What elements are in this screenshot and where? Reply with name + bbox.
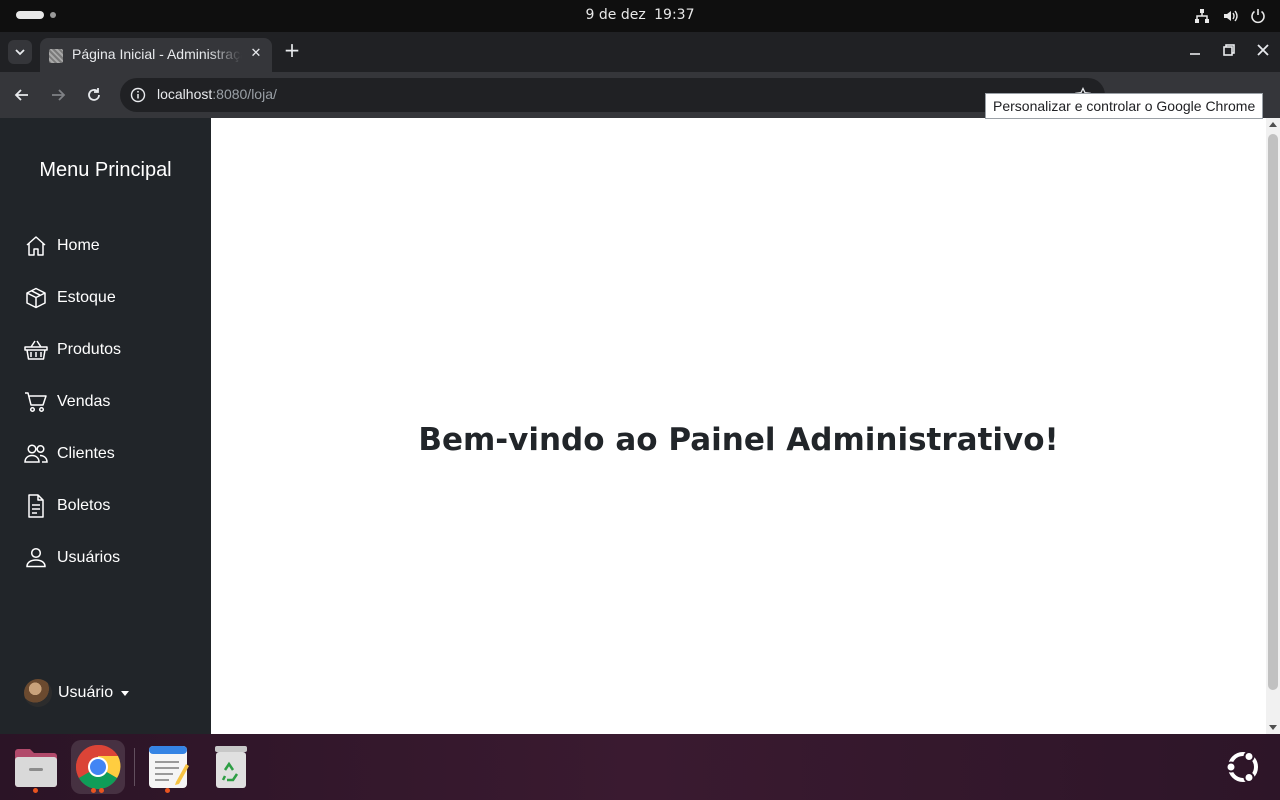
tab-favicon-icon (49, 49, 63, 63)
dock-chrome[interactable] (71, 740, 125, 794)
chevron-down-icon (15, 49, 25, 56)
dock-files[interactable] (9, 740, 63, 794)
url-host: localhost (157, 86, 213, 102)
arrow-right-icon (52, 89, 66, 101)
sidebar-item-clientes[interactable]: Clientes (0, 428, 211, 480)
arrow-left-icon (14, 89, 28, 101)
sidebar-item-boletos[interactable]: Boletos (0, 480, 211, 532)
volume-icon (1222, 8, 1238, 24)
chrome-icon (76, 744, 121, 789)
basket-icon (24, 338, 48, 362)
chrome-menu-tooltip: Personalizar e controlar o Google Chrome (985, 93, 1264, 119)
reload-button[interactable] (84, 85, 104, 105)
person-icon (24, 546, 48, 570)
running-indicator (99, 788, 104, 793)
user-name: Usuário (58, 684, 114, 701)
page-title: Bem-vindo ao Painel Administrativo! (418, 422, 1059, 458)
running-indicator (33, 788, 38, 793)
browser-tab-active[interactable]: Página Inicial - Administração ✕ (40, 38, 272, 72)
scrollbar-thumb[interactable] (1268, 134, 1278, 690)
sidebar-item-produtos[interactable]: Produtos (0, 324, 211, 376)
sidebar: Menu Principal Home Estoque Produtos Ven… (0, 118, 211, 734)
address-bar[interactable]: localhost:8080/loja/ (120, 78, 1105, 112)
clock-time: 19:37 (654, 7, 695, 23)
sidebar-item-label: Estoque (57, 289, 116, 306)
scroll-down-icon[interactable] (1269, 725, 1277, 730)
url-text: localhost:8080/loja/ (157, 86, 277, 102)
system-top-bar: 9 de dez 19:37 (0, 0, 1280, 32)
tab-search-button[interactable] (8, 40, 32, 64)
cart-icon (24, 390, 48, 414)
dock (0, 734, 1280, 800)
show-apps-button[interactable] (1222, 746, 1264, 788)
forward-button[interactable] (48, 85, 68, 105)
clock-date: 9 de dez (585, 7, 646, 23)
text-editor-icon (149, 746, 189, 788)
minimize-icon[interactable] (1188, 43, 1202, 57)
sidebar-item-label: Produtos (57, 341, 122, 358)
people-icon (24, 442, 48, 466)
running-indicator (165, 788, 170, 793)
document-icon (24, 494, 48, 518)
system-tray[interactable] (1194, 8, 1266, 24)
browser-tab-strip: Página Inicial - Administração ✕ + (0, 32, 1280, 72)
trash-icon (215, 746, 247, 788)
sidebar-item-usuarios[interactable]: Usuários (0, 532, 211, 584)
close-window-icon[interactable] (1256, 43, 1270, 57)
box-icon (24, 286, 48, 310)
tab-title: Página Inicial - Administração (72, 46, 242, 62)
main-content: Bem-vindo ao Painel Administrativo! (211, 118, 1266, 734)
sidebar-item-vendas[interactable]: Vendas (0, 376, 211, 428)
new-tab-button[interactable]: + (282, 40, 302, 60)
power-icon (1250, 8, 1266, 24)
user-dropdown[interactable]: Usuário (24, 679, 130, 707)
sidebar-item-home[interactable]: Home (0, 220, 211, 272)
page-viewport: Menu Principal Home Estoque Produtos Ven… (0, 118, 1280, 734)
sidebar-item-label: Vendas (57, 393, 111, 410)
window-controls (1188, 43, 1270, 57)
running-indicator (91, 788, 96, 793)
url-path: :8080/loja/ (212, 86, 277, 102)
sidebar-item-label: Usuários (57, 549, 121, 566)
sidebar-item-label: Boletos (57, 497, 111, 514)
site-info-icon[interactable] (130, 87, 146, 107)
sidebar-title: Menu Principal (39, 159, 172, 181)
restore-icon[interactable] (1222, 43, 1236, 57)
caret-down-icon (121, 690, 130, 696)
house-icon (24, 234, 48, 258)
ubuntu-logo-icon (1225, 751, 1258, 783)
dock-separator (134, 748, 135, 786)
network-icon (1194, 8, 1210, 24)
sidebar-menu: Home Estoque Produtos Vendas Clientes Bo… (0, 220, 211, 584)
page-scrollbar[interactable] (1266, 118, 1280, 734)
tab-close-icon[interactable]: ✕ (248, 46, 264, 62)
back-button[interactable] (12, 85, 32, 105)
sidebar-item-label: Home (57, 237, 100, 254)
sidebar-item-estoque[interactable]: Estoque (0, 272, 211, 324)
avatar (24, 679, 52, 707)
dock-trash[interactable] (204, 740, 258, 794)
dock-text-editor[interactable] (141, 740, 195, 794)
files-icon (15, 749, 57, 787)
system-clock[interactable]: 9 de dez 19:37 (0, 7, 1280, 23)
scroll-up-icon[interactable] (1269, 122, 1277, 127)
sidebar-item-label: Clientes (57, 445, 115, 462)
reload-icon (88, 88, 100, 101)
